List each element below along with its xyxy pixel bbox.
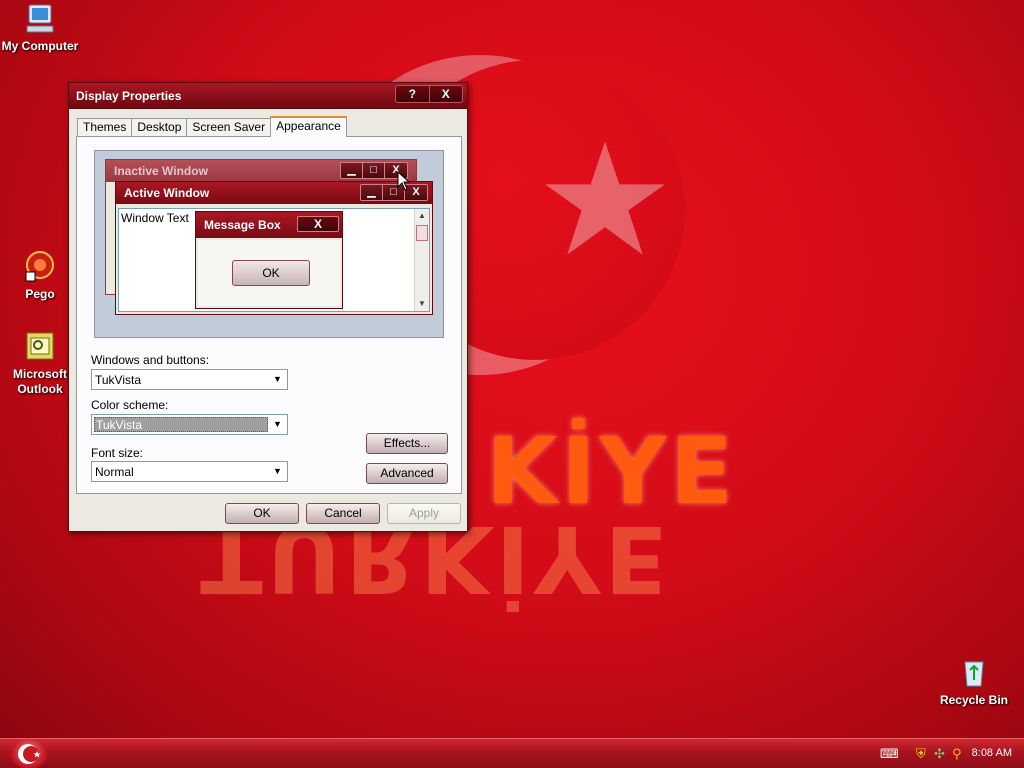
mouse-pointer-icon <box>397 171 411 191</box>
taskbar: ⌨ ⛨ ✣ ⚲ 8:08 AM <box>0 738 1024 768</box>
preview-active-title-text: Active Window <box>124 186 210 200</box>
preview-window-text: Window Text <box>121 211 189 225</box>
display-properties-window: Display Properties ? X Themes Desktop Sc… <box>68 82 468 532</box>
close-icon: X <box>297 216 339 232</box>
chevron-down-icon[interactable]: ▼ <box>270 464 285 479</box>
window-titlebar[interactable]: Display Properties ? X <box>69 83 467 109</box>
desktop-icon-label: My Computer <box>1 39 79 53</box>
preview-message-title-text: Message Box <box>204 218 281 232</box>
color-scheme-select[interactable]: TukVista ▼ <box>91 414 288 435</box>
preview-message-body: OK <box>198 240 340 306</box>
tab-desktop[interactable]: Desktop <box>131 118 188 137</box>
font-size-label: Font size: <box>91 446 144 460</box>
color-scheme-label: Color scheme: <box>91 398 169 412</box>
preview-inactive-title: Inactive Window ▁ □ X <box>106 160 416 182</box>
preview-active-title: Active Window ▁ □ X <box>116 182 432 204</box>
appearance-preview: Inactive Window ▁ □ X Active Window ▁ □ … <box>94 150 444 338</box>
outlook-icon <box>26 332 54 360</box>
chevron-down-icon[interactable]: ▼ <box>270 372 285 387</box>
tab-themes[interactable]: Themes <box>77 118 133 137</box>
computer-icon <box>26 4 54 33</box>
clock[interactable]: 8:08 AM <box>972 747 1012 759</box>
preview-scrollbar: ▲ ▼ <box>414 209 429 311</box>
preview-active-buttons: ▁ □ X <box>360 184 428 201</box>
minimize-icon: ▁ <box>361 185 383 200</box>
apply-button[interactable]: Apply <box>387 503 461 524</box>
font-size-value: Normal <box>95 465 134 479</box>
close-button[interactable]: X <box>430 86 463 102</box>
desktop-icon-label: Recycle Bin <box>939 693 1009 707</box>
search-icon[interactable]: ⚲ <box>952 746 962 762</box>
pego-icon <box>25 251 54 282</box>
start-button[interactable] <box>10 739 48 768</box>
preview-message-box: Message Box X OK <box>195 211 343 309</box>
help-button[interactable]: ? <box>396 86 430 102</box>
preview-message-title: Message Box X <box>196 212 342 238</box>
scroll-down-icon: ▼ <box>418 299 426 308</box>
recycle-bin-icon <box>964 661 984 687</box>
windows-buttons-select[interactable]: TukVista ▼ <box>91 369 288 390</box>
window-title: Display Properties <box>76 89 182 103</box>
system-tray: ⌨ ⛨ ✣ ⚲ 8:08 AM <box>864 739 1024 768</box>
chevron-down-icon[interactable]: ▼ <box>270 417 285 432</box>
tab-screen-saver[interactable]: Screen Saver <box>186 118 272 137</box>
keyboard-icon[interactable]: ⌨ <box>880 746 899 762</box>
desktop-icon-label: Microsoft Outlook <box>13 367 67 396</box>
preview-scroll-thumb <box>416 225 428 241</box>
desktop-icon-recycle-bin[interactable]: Recycle Bin <box>934 656 1014 708</box>
windows-buttons-value: TukVista <box>95 373 142 387</box>
advanced-button[interactable]: Advanced <box>366 463 448 484</box>
appearance-panel: Inactive Window ▁ □ X Active Window ▁ □ … <box>76 136 462 494</box>
minimize-icon: ▁ <box>341 163 363 178</box>
network-icon[interactable]: ✣ <box>934 746 945 762</box>
windows-buttons-label: Windows and buttons: <box>91 353 210 367</box>
tab-strip: Themes Desktop Screen Saver Appearance <box>77 116 347 137</box>
preview-ok-button: OK <box>232 260 310 286</box>
ok-button[interactable]: OK <box>225 503 299 524</box>
title-buttons: ? X <box>395 85 463 103</box>
crescent-star-icon <box>18 744 41 764</box>
font-size-select[interactable]: Normal ▼ <box>91 461 288 482</box>
effects-button[interactable]: Effects... <box>366 433 448 454</box>
wallpaper-star <box>545 141 665 255</box>
preview-inactive-title-text: Inactive Window <box>114 164 208 178</box>
cancel-button[interactable]: Cancel <box>306 503 380 524</box>
tab-appearance[interactable]: Appearance <box>270 116 347 137</box>
desktop-icon-my-computer[interactable]: My Computer <box>0 2 80 54</box>
shield-icon[interactable]: ⛨ <box>916 746 926 762</box>
scroll-up-icon: ▲ <box>418 211 426 220</box>
maximize-icon: □ <box>363 163 385 178</box>
color-scheme-value: TukVista <box>94 417 268 432</box>
